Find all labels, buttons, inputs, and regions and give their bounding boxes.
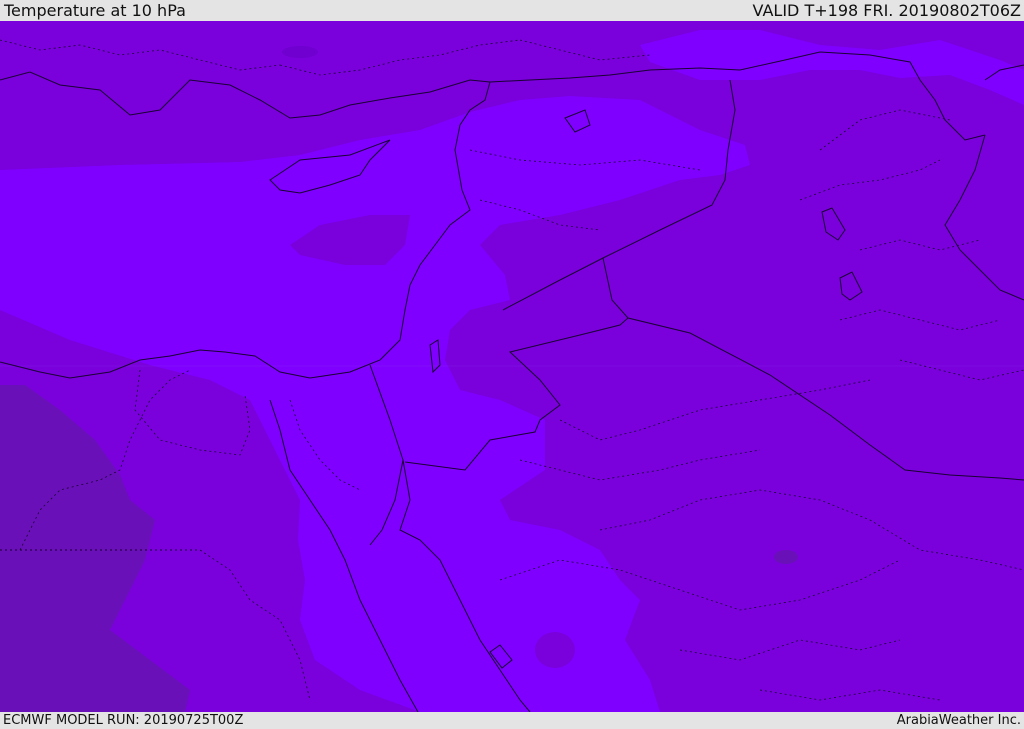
field-blob-east: [774, 550, 798, 564]
field-blob-north: [282, 46, 318, 58]
temperature-map: [0, 21, 1024, 712]
map-panel: [0, 21, 1024, 712]
valid-time: VALID T+198 FRI. 20190802T06Z: [752, 1, 1021, 20]
footer-bar: ECMWF MODEL RUN: 20190725T00Z ArabiaWeat…: [0, 712, 1024, 729]
credit: ArabiaWeather Inc.: [896, 713, 1021, 728]
header-bar: Temperature at 10 hPa VALID T+198 FRI. 2…: [0, 0, 1024, 21]
map-title: Temperature at 10 hPa: [4, 1, 186, 20]
model-run: ECMWF MODEL RUN: 20190725T00Z: [3, 713, 244, 728]
field-blob-redsea: [535, 632, 575, 668]
